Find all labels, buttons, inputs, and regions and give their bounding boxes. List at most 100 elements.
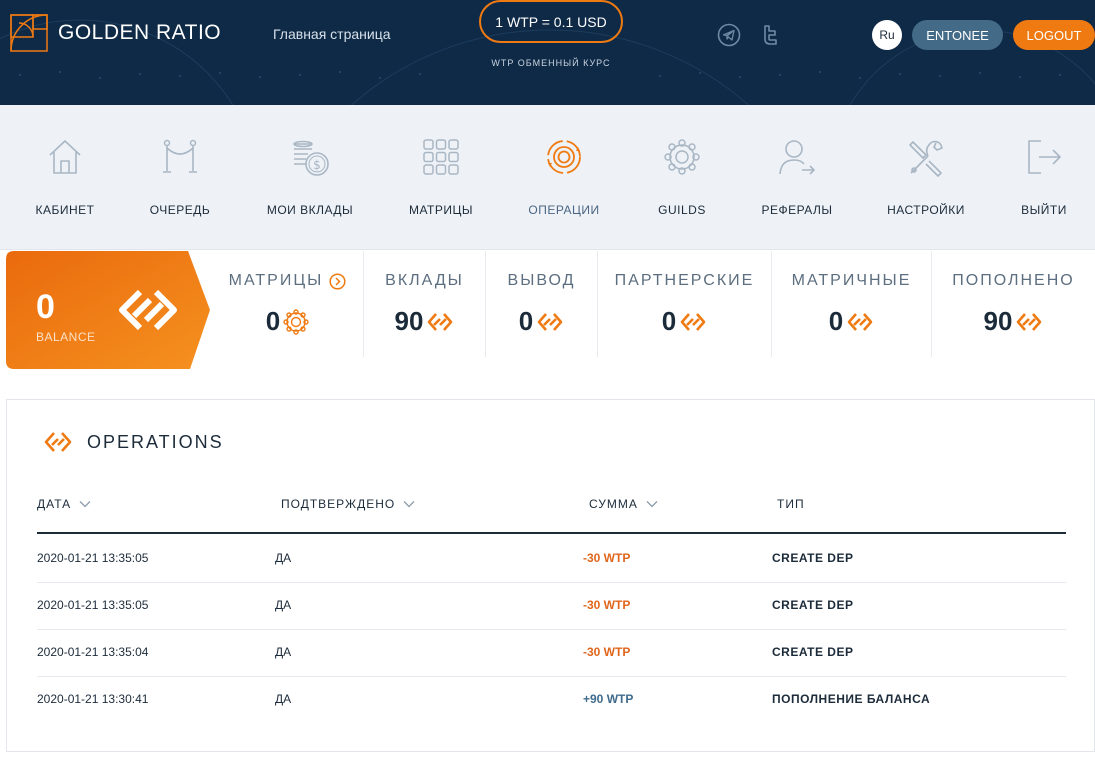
cell-type: ПОПОЛНЕНИЕ БАЛАНСА xyxy=(772,692,931,706)
stat-partner: ПАРТНЕРСКИЕ 0 xyxy=(598,251,772,357)
chevron-down-icon xyxy=(403,501,415,508)
logo[interactable]: GOLDEN RATIO xyxy=(8,12,221,54)
menu-label: ОЧЕРЕДЬ xyxy=(149,203,211,217)
stat-label-text: МАТРИЦЫ xyxy=(228,272,324,289)
cell-confirmed: ДА xyxy=(275,645,292,659)
menu-label: GUILDS xyxy=(658,203,706,217)
column-label: ДАТА xyxy=(37,497,72,511)
menu-item-cabinet[interactable]: КАБИНЕТ xyxy=(35,105,95,250)
operations-icon xyxy=(547,140,581,174)
telegram-icon xyxy=(717,23,741,47)
arrow-circle-icon[interactable] xyxy=(329,272,346,290)
home-icon xyxy=(49,140,81,174)
column-date[interactable]: ДАТА xyxy=(37,497,91,511)
menu-item-settings[interactable]: НАСТРОЙКИ xyxy=(887,105,964,250)
chevron-down-icon xyxy=(79,501,91,508)
golden-ratio-logo-icon xyxy=(10,14,48,52)
menu-label: РЕФЕРАЛЫ xyxy=(761,203,833,217)
menu-label: МАТРИЦЫ xyxy=(408,203,474,217)
column-label: СУММА xyxy=(589,497,638,511)
column-amount[interactable]: СУММА xyxy=(589,497,658,511)
stat-topped-up: ПОПОЛНЕНО 90 xyxy=(932,251,1095,357)
column-confirmed[interactable]: ПОДТВЕРЖДЕНО xyxy=(281,497,415,511)
wtp-coin-icon xyxy=(847,312,873,331)
column-label: ТИП xyxy=(777,497,805,511)
menu-item-operations[interactable]: ОПЕРАЦИИ xyxy=(528,105,599,250)
stat-label: ПОПОЛНЕНО xyxy=(952,272,1075,289)
stat-label: МАТРИЦЫ xyxy=(212,272,363,290)
cell-amount: -30 WTP xyxy=(583,551,631,565)
menu-item-deposits[interactable]: $ МОИ ВКЛАДЫ xyxy=(267,105,353,250)
table-header: ДАТА ПОДТВЕРЖДЕНО СУММА ТИП xyxy=(37,492,1066,534)
table-row: 2020-01-21 13:35:05 ДА -30 WTP CREATE DE… xyxy=(37,536,1066,583)
stat-value: 0 xyxy=(212,306,363,337)
menu-label: ОПЕРАЦИИ xyxy=(528,203,600,217)
matrix-token-icon xyxy=(283,308,309,335)
stat-value: 90 xyxy=(364,306,485,337)
referrals-icon xyxy=(779,140,816,175)
cell-confirmed: ДА xyxy=(275,598,292,612)
stat-value-text: 0 xyxy=(661,306,677,336)
stat-withdrawal: ВЫВОД 0 xyxy=(486,251,598,357)
wtp-coin-icon xyxy=(680,312,706,331)
wtp-coin-icon xyxy=(428,312,453,331)
menu-label: КАБИНЕТ xyxy=(35,203,95,217)
menu-item-referrals[interactable]: РЕФЕРАЛЫ xyxy=(761,105,832,250)
stat-matrices: МАТРИЦЫ 0 xyxy=(212,251,364,357)
grid-icon xyxy=(423,139,459,175)
stat-value: 0 xyxy=(772,306,931,337)
stat-value: 0 xyxy=(486,306,597,337)
stat-value: 0 xyxy=(598,306,771,337)
stat-value-text: 0 xyxy=(265,306,281,336)
main-menu: КАБИНЕТ ОЧЕРЕДЬ $ МОИ ВКЛАДЫ МАТРИЦЫ ОПЕ… xyxy=(0,105,1095,250)
queue-icon xyxy=(163,139,197,173)
svg-text:$: $ xyxy=(313,158,321,172)
stat-deposits: ВКЛАДЫ 90 xyxy=(364,251,486,357)
balance-card: 0 BALANCE xyxy=(6,251,210,369)
stat-value: 90 xyxy=(932,306,1095,337)
stat-label: ПАРТНЕРСКИЕ xyxy=(614,272,755,289)
language-selector[interactable]: Ru xyxy=(872,20,902,50)
column-type[interactable]: ТИП xyxy=(777,497,805,511)
twitter-link[interactable] xyxy=(757,22,783,48)
settings-icon xyxy=(909,140,943,177)
menu-item-matrices[interactable]: МАТРИЦЫ xyxy=(408,105,474,250)
exchange-rate-caption: WTP ОБМЕННЫЙ КУРС xyxy=(491,58,611,68)
cell-amount: -30 WTP xyxy=(583,598,631,612)
operations-panel: OPERATIONS ДАТА ПОДТВЕРЖДЕНО СУММА ТИП 2… xyxy=(6,399,1095,752)
cell-date: 2020-01-21 13:35:05 xyxy=(37,551,149,565)
balance-label: BALANCE xyxy=(36,330,96,344)
stat-value-text: 90 xyxy=(983,306,1013,336)
column-label: ПОДТВЕРЖДЕНО xyxy=(281,497,396,511)
menu-item-exit[interactable]: ВЫЙТИ xyxy=(1014,105,1074,250)
twitter-icon xyxy=(764,25,777,45)
table-row: 2020-01-21 13:30:41 ДА +90 WTP ПОПОЛНЕНИ… xyxy=(37,677,1066,724)
wtp-coin-icon xyxy=(537,312,563,331)
balance-value: 0 xyxy=(36,288,55,326)
wtp-coin-icon xyxy=(1017,312,1042,331)
stat-label: ВКЛАДЫ xyxy=(385,272,464,289)
menu-item-guilds[interactable]: GUILDS xyxy=(652,105,712,250)
menu-label: НАСТРОЙКИ xyxy=(887,203,965,217)
stat-label: МАТРИЧНЫЕ xyxy=(791,272,912,289)
cell-date: 2020-01-21 13:35:04 xyxy=(37,645,149,659)
logo-text: GOLDEN RATIO xyxy=(58,21,222,44)
menu-label: МОИ ВКЛАДЫ xyxy=(266,203,354,217)
telegram-link[interactable] xyxy=(716,22,742,48)
cell-type: CREATE DEP xyxy=(772,551,854,565)
exchange-rate-badge: 1 WTP = 0.1 USD xyxy=(479,0,623,43)
logout-button[interactable]: LOGOUT xyxy=(1013,20,1095,50)
chevron-down-icon xyxy=(646,501,658,508)
panel-title: OPERATIONS xyxy=(43,430,224,454)
wtp-logo-icon xyxy=(44,432,72,452)
cell-type: CREATE DEP xyxy=(772,598,854,612)
table-row: 2020-01-21 13:35:05 ДА -30 WTP CREATE DE… xyxy=(37,583,1066,630)
home-link[interactable]: Главная страница xyxy=(273,26,391,42)
cell-date: 2020-01-21 13:30:41 xyxy=(37,692,149,706)
cell-amount: +90 WTP xyxy=(583,692,634,706)
guilds-icon xyxy=(664,139,700,175)
menu-label: ВЫЙТИ xyxy=(1021,203,1067,217)
menu-item-queue[interactable]: ОЧЕРЕДЬ xyxy=(150,105,210,250)
user-button[interactable]: ENTONEE xyxy=(912,20,1003,50)
cell-confirmed: ДА xyxy=(275,551,292,565)
